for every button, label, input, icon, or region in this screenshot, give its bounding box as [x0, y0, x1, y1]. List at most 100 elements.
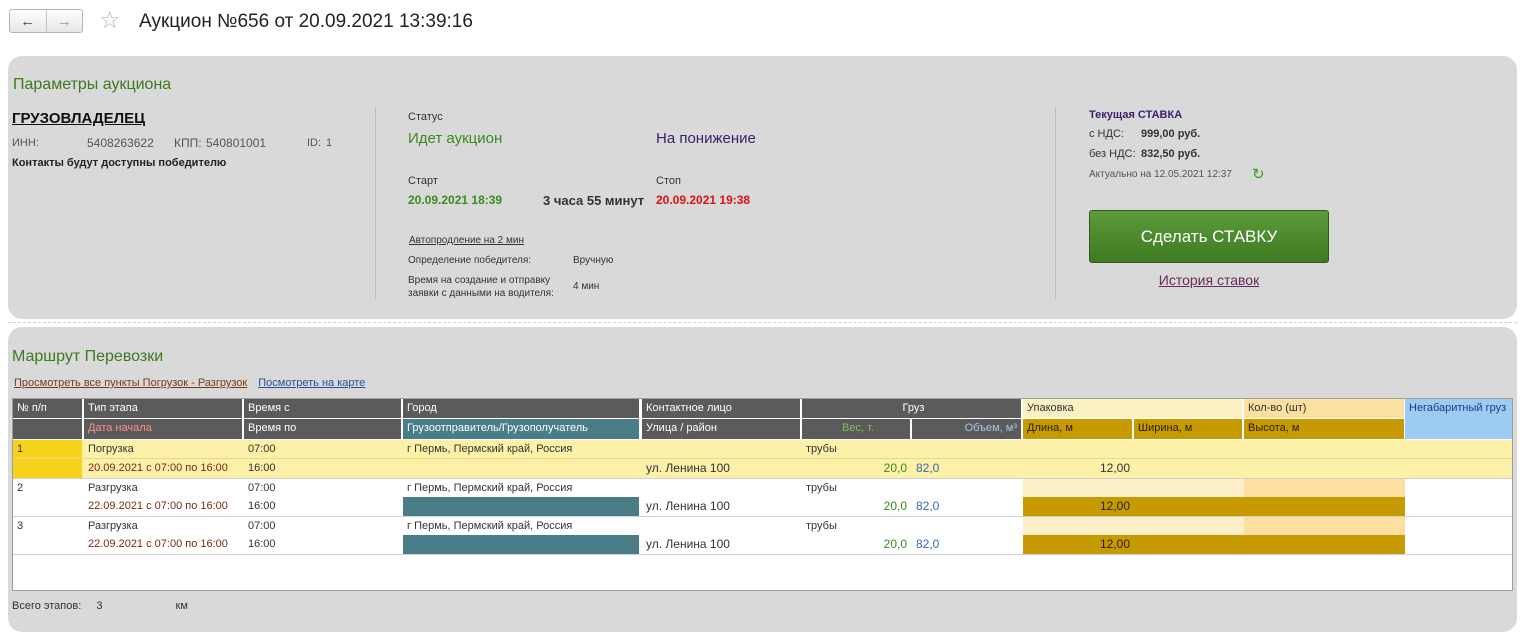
auto-extend-link[interactable]: Автопродление на 2 мин [409, 235, 524, 246]
with-vat-value: 999,00 руб. [1141, 128, 1201, 140]
divider [1055, 108, 1056, 299]
row-weight: 20,0 [883, 537, 907, 551]
all-points-link[interactable]: Просмотреть все пункты Погрузок - Разгру… [14, 377, 247, 389]
row-type: Разгрузка [88, 520, 138, 532]
forward-button[interactable]: → [45, 10, 83, 32]
header-contact[interactable]: Контактное лицо [642, 399, 800, 418]
row-type: Погрузка [88, 443, 134, 455]
header-packaging[interactable]: Упаковка [1023, 399, 1242, 418]
total-stages-label: Всего этапов: [12, 600, 82, 612]
without-vat-value: 832,50 руб. [1141, 148, 1201, 160]
row-date: 22.09.2021 с 07:00 по 16:00 [88, 538, 228, 550]
row-shipper [403, 535, 639, 554]
row-length: 12,00 [1099, 461, 1130, 475]
row-time-to: 16:00 [248, 538, 276, 550]
status-label: Статус [408, 111, 443, 123]
header-weight[interactable]: Вес, т. [802, 419, 910, 439]
row-num: 1 [13, 440, 82, 478]
winner-label: Определение победителя: [408, 255, 532, 266]
start-label: Старт [408, 175, 438, 187]
inn-value: 5408263622 [87, 136, 154, 150]
header-time-from[interactable]: Время с [244, 399, 401, 418]
header-length[interactable]: Длина, м [1023, 419, 1132, 439]
header-volume[interactable]: Объем, м³ [912, 419, 1021, 439]
inn-label: ИНН: [12, 137, 39, 149]
arrow-right-icon: → [56, 12, 72, 30]
divider [375, 108, 376, 299]
owner-heading[interactable]: ГРУЗОВЛАДЕЛЕЦ [12, 110, 145, 127]
with-vat-label: с НДС: [1089, 128, 1124, 140]
back-button[interactable]: ← [10, 10, 46, 32]
kpp-label: КПП: [174, 136, 202, 150]
divider [13, 458, 1512, 459]
row-length: 12,00 [1099, 537, 1130, 551]
row-time-to: 16:00 [248, 500, 276, 512]
header-qty[interactable]: Кол-во (шт) [1244, 399, 1404, 418]
refresh-icon[interactable]: ↻ [1252, 167, 1268, 183]
row-city: г Пермь, Пермский край, Россия [407, 520, 573, 532]
header-height[interactable]: Высота, м [1244, 419, 1404, 439]
winner-value: Вручную [573, 255, 614, 266]
row-street: ул. Ленина 100 [646, 461, 730, 475]
header-width[interactable]: Ширина, м [1134, 419, 1242, 439]
row-time-from: 07:00 [248, 520, 276, 532]
page-title: Аукцион №656 от 20.09.2021 13:39:16 [139, 11, 473, 32]
map-link[interactable]: Посмотреть на карте [258, 377, 365, 389]
table-footer: Всего этапов: 3 км [12, 600, 188, 612]
row-city: г Пермь, Пермский край, Россия [407, 443, 573, 455]
navigation-buttons: ← → [9, 9, 83, 33]
duration-value: 3 часа 55 минут [543, 193, 645, 208]
row-cargo: трубы [806, 443, 837, 455]
id-label: ID: [307, 137, 322, 149]
row-street: ул. Ленина 100 [646, 499, 730, 513]
status-value: Идет аукцион [408, 130, 503, 147]
time-label-line1: Время на создание и отправку [408, 275, 551, 286]
table-row[interactable]: 3 Разгрузка 22.09.2021 с 07:00 по 16:00 … [13, 517, 1512, 554]
arrow-left-icon: ← [20, 12, 36, 30]
header-shipper[interactable]: Грузоотправитель/Грузополучатель [403, 419, 639, 439]
start-value: 20.09.2021 18:39 [408, 193, 503, 207]
row-qty [1244, 479, 1405, 497]
id-value: 1 [326, 137, 333, 149]
auction-params-title: Параметры аукциона [13, 76, 172, 93]
header-cargo[interactable]: Груз [802, 399, 1021, 418]
row-date: 20.09.2021 с 07:00 по 16:00 [88, 462, 228, 474]
row-weight: 20,0 [883, 461, 907, 475]
row-type: Разгрузка [88, 482, 138, 494]
route-table: № п/п Тип этапа Время с Город Контактное… [12, 398, 1513, 591]
route-links: Просмотреть все пункты Погрузок - Разгру… [14, 377, 365, 389]
row-volume: 82,0 [916, 461, 940, 475]
kpp-value: 540801001 [206, 136, 267, 150]
divider [8, 322, 1517, 323]
bid-history-link[interactable]: История ставок [1089, 272, 1329, 288]
make-bid-button[interactable]: Сделать СТАВКУ [1089, 210, 1329, 263]
total-stages-value: 3 [96, 600, 103, 612]
table-row[interactable]: 1 Погрузка 20.09.2021 с 07:00 по 16:00 0… [13, 440, 1512, 478]
time-value: 4 мин [573, 281, 600, 292]
header-city[interactable]: Город [403, 399, 639, 418]
distance-unit: км [175, 600, 188, 612]
row-packaging [1023, 517, 1244, 535]
header-start-date[interactable]: Дата начала [84, 419, 242, 439]
row-cargo: трубы [806, 520, 837, 532]
row-length: 12,00 [1099, 499, 1130, 513]
header-street[interactable]: Улица / район [642, 419, 800, 439]
row-num: 2 [17, 482, 24, 494]
header-num[interactable]: № п/п [13, 399, 82, 418]
header-stage-type[interactable]: Тип этапа [84, 399, 242, 418]
current-bid-heading: Текущая СТАВКА [1089, 109, 1183, 121]
favorite-star-icon[interactable]: ☆ [99, 8, 121, 34]
header-oversize[interactable]: Негабаритный груз [1405, 399, 1512, 439]
header-time-to[interactable]: Время по [244, 419, 401, 439]
time-label-line2: заявки с данными на водителя: [408, 288, 554, 299]
stop-label: Стоп [656, 175, 681, 187]
row-cargo: трубы [806, 482, 837, 494]
contacts-note: Контакты будут доступны победителю [12, 157, 227, 169]
row-qty [1244, 517, 1405, 535]
row-time-from: 07:00 [248, 443, 276, 455]
divider [13, 554, 1512, 555]
route-title: Маршрут Перевозки [12, 348, 164, 365]
table-row[interactable]: 2 Разгрузка 22.09.2021 с 07:00 по 16:00 … [13, 479, 1512, 516]
row-time-to: 16:00 [248, 462, 276, 474]
row-time-from: 07:00 [248, 482, 276, 494]
